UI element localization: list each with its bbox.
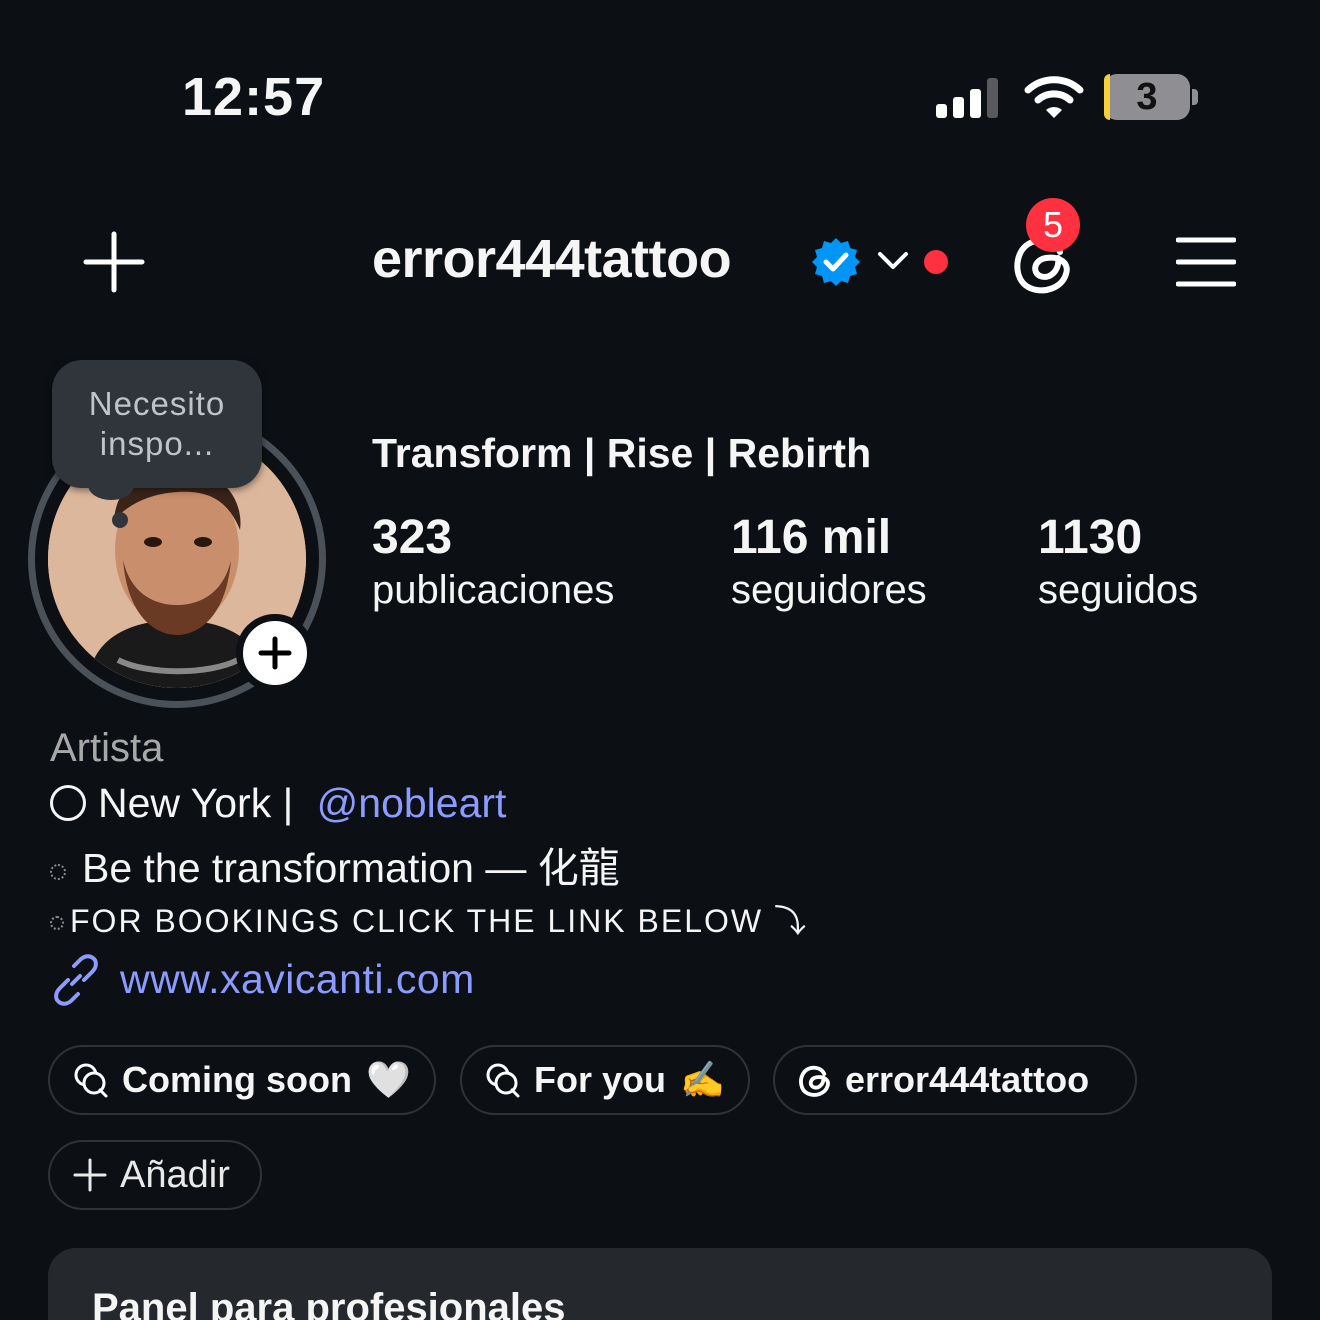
bio-line-location: New York | @nobleart: [50, 780, 506, 827]
pill-label: For you: [534, 1059, 666, 1100]
bio-bookings: FOR BOOKINGS CLICK THE LINK BELOW ⤵︎: [70, 903, 808, 939]
white-heart-emoji: 🤍: [365, 1059, 411, 1100]
battery-icon: 3: [1104, 74, 1190, 120]
bio-location: New York |: [98, 780, 305, 826]
menu-icon[interactable]: [1176, 236, 1236, 288]
following-label[interactable]: seguidos: [1038, 568, 1198, 613]
account-alert-dot: [924, 250, 948, 274]
pill-label: Añadir: [120, 1153, 230, 1196]
chat-bubbles-icon: [74, 1063, 108, 1098]
threads-pill[interactable]: error444tattoo: [773, 1045, 1137, 1115]
channel-pill-coming-soon[interactable]: Coming soon 🤍: [48, 1045, 436, 1115]
chat-bubbles-icon: [486, 1063, 520, 1098]
circle-glyph: [50, 785, 86, 821]
dotted-circle-glyph: [50, 864, 66, 880]
note-bubble-tail: [88, 470, 134, 500]
website-link[interactable]: www.xavicanti.com: [120, 956, 475, 1003]
note-bubble-tail-dot: [112, 512, 128, 528]
chevron-down-icon[interactable]: [876, 248, 910, 274]
bio-tagline: Be the transformation — 化龍: [82, 845, 620, 891]
posts-label[interactable]: publicaciones: [372, 568, 614, 613]
category-label: Artista: [50, 726, 164, 770]
mention-link[interactable]: @nobleart: [317, 780, 507, 826]
threads-icon: [799, 1065, 830, 1097]
plus-icon: [258, 636, 292, 670]
bio-line-tagline: Be the transformation — 化龍: [50, 834, 620, 894]
wifi-icon: [1024, 76, 1084, 118]
posts-count[interactable]: 323: [372, 510, 452, 565]
plus-icon: [73, 1158, 107, 1192]
followers-count[interactable]: 116 mil: [731, 510, 891, 565]
signal-icon: [936, 78, 998, 118]
pill-label: Coming soon: [122, 1059, 352, 1100]
status-time: 12:57: [182, 67, 326, 127]
followers-label[interactable]: seguidores: [731, 568, 927, 613]
add-pill-button[interactable]: Añadir: [48, 1140, 262, 1210]
pill-label: error444tattoo: [845, 1059, 1090, 1100]
channel-pill-for-you[interactable]: For you ✍️: [460, 1045, 750, 1115]
plus-icon[interactable]: [82, 230, 146, 294]
verified-badge-icon: [812, 238, 860, 286]
professional-dashboard-title: Panel para profesionales: [92, 1286, 566, 1320]
note-text: Necesito inspo...: [88, 385, 226, 462]
battery-nub: [1192, 89, 1198, 105]
notification-badge: 5: [1026, 198, 1080, 252]
header-username[interactable]: error444tattoo: [372, 228, 732, 290]
writing-hand-emoji: ✍️: [680, 1059, 725, 1100]
link-icon: [54, 954, 98, 1006]
dotted-circle-glyph: [50, 916, 64, 930]
bio-line-bookings: FOR BOOKINGS CLICK THE LINK BELOW ⤵︎: [50, 896, 808, 942]
battery-percent: 3: [1136, 76, 1158, 118]
display-name: Transform | Rise | Rebirth: [372, 430, 872, 476]
add-story-button[interactable]: [236, 614, 314, 692]
following-count[interactable]: 1130: [1038, 510, 1142, 565]
